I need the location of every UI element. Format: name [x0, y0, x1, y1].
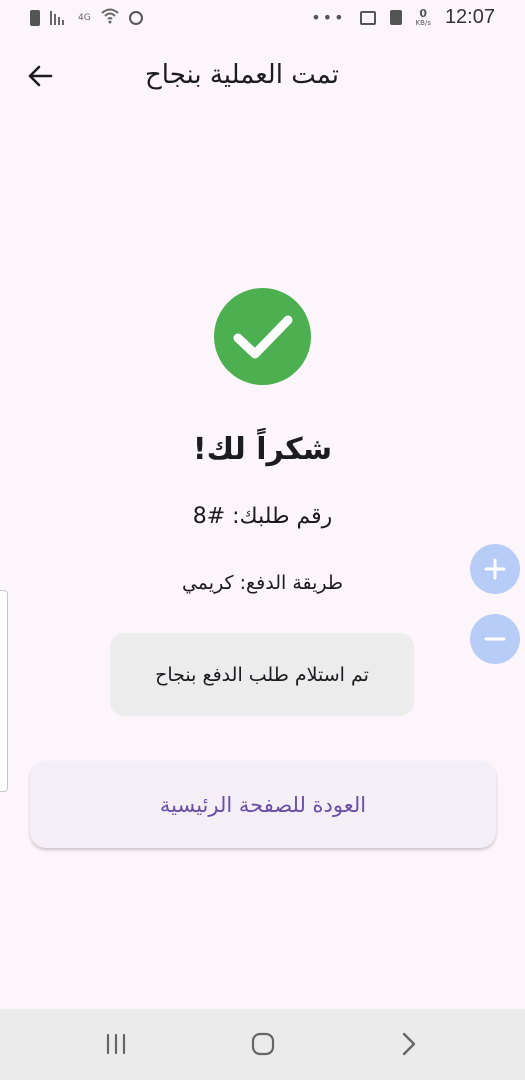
- status-bar-left-icons: 4G: [30, 8, 143, 28]
- check-circle-icon: [214, 288, 311, 385]
- payment-method-text: طريقة الدفع: كريمي: [181, 572, 344, 594]
- more-dots-icon: •••: [311, 8, 346, 27]
- home-icon: [251, 1032, 275, 1056]
- battery-icon: [30, 10, 40, 26]
- app-bar: تمت العملية بنجاح: [0, 48, 525, 104]
- back-button[interactable]: [22, 58, 58, 94]
- data-speed-indicator: 0 KB/s: [416, 8, 431, 27]
- status-clock: 12:07: [444, 6, 495, 28]
- arrow-left-icon: [28, 65, 53, 87]
- plus-icon: [484, 558, 506, 580]
- page-title: تمت العملية بنجاح: [145, 60, 340, 90]
- minus-icon: [484, 637, 506, 641]
- data-speed-unit: KB/s: [415, 19, 431, 27]
- payment-status-message: تم استلام طلب الدفع بنجاح: [110, 633, 414, 716]
- chevron-right-icon: [402, 1032, 416, 1056]
- zoom-out-button[interactable]: [470, 614, 520, 664]
- back-to-home-button[interactable]: العودة للصفحة الرئيسية: [30, 761, 496, 848]
- system-nav-bar: [0, 1009, 525, 1080]
- recents-icon: [106, 1033, 126, 1055]
- back-nav-button[interactable]: [389, 1029, 429, 1059]
- network-type-label: 4G: [78, 12, 91, 23]
- status-bar: 4G ••• 0 KB/s 12:07: [0, 0, 525, 36]
- recents-button[interactable]: [96, 1029, 136, 1059]
- signal-icon: [50, 11, 68, 25]
- sim-card-icon: [389, 10, 402, 25]
- alarm-icon: [128, 11, 143, 25]
- thanks-heading: شكراً لك!: [192, 432, 333, 467]
- zoom-in-button[interactable]: [470, 544, 520, 594]
- order-number-text: رقم طلبك: #8: [192, 504, 333, 529]
- status-bar-right-icons: ••• 0 KB/s 12:07: [311, 6, 495, 29]
- side-panel-handle[interactable]: [0, 590, 8, 792]
- gallery-icon: [359, 10, 376, 25]
- data-speed-value: 0: [419, 7, 428, 20]
- home-nav-button[interactable]: [243, 1029, 283, 1059]
- wifi-icon: [101, 8, 119, 28]
